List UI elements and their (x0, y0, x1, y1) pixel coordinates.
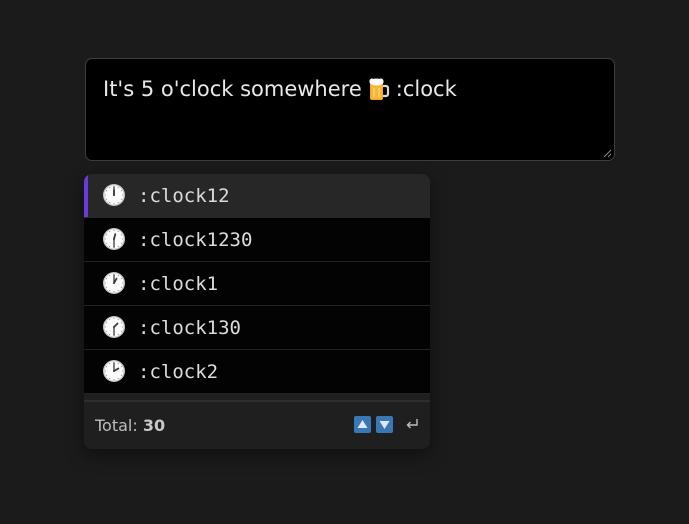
total-value: 30 (142, 416, 166, 435)
emoji-suggestion-popup: :clock12 :clock1230 :clock1:clock130:c… (84, 174, 430, 449)
beer-mug-icon (368, 76, 390, 102)
clock-12-icon (102, 183, 126, 207)
suggestion-label: :clock130 (138, 317, 241, 339)
suggestion-label: :clock1 (138, 273, 219, 295)
suggestion-list: :clock12 :clock1230 :clock1:clock130:c… (84, 174, 430, 394)
suggestion-item[interactable]: :clock2 (84, 350, 430, 394)
resize-handle-icon[interactable] (602, 148, 612, 158)
arrow-down-key-icon (376, 416, 393, 433)
clock-2-icon (102, 359, 126, 383)
suggestion-label: :clock12 (138, 185, 230, 207)
suggestion-label: :clock2 (138, 361, 219, 383)
suggestion-label: :clock1230 (138, 229, 253, 251)
clock-1230-icon (102, 227, 126, 251)
suggestion-item[interactable]: :clock12 (84, 174, 430, 218)
suggestion-item[interactable]: :clock1230 (84, 218, 430, 262)
composer-content: It's 5 o'clock somewhere :clock (103, 76, 457, 102)
message-composer[interactable]: It's 5 o'clock somewhere :clock (85, 58, 615, 161)
suggestion-footer: Total: 30 (84, 400, 430, 449)
clock-130-icon (102, 315, 126, 339)
composer-text-before: It's 5 o'clock somewhere (103, 77, 362, 101)
clock-1-icon (102, 271, 126, 295)
composer-text-after: :clock (395, 77, 457, 101)
arrow-up-key-icon (354, 416, 371, 433)
total-count: Total: 30 (95, 402, 165, 449)
suggestion-item[interactable]: :clock1 (84, 262, 430, 306)
total-label: Total: (95, 416, 138, 435)
suggestion-item[interactable]: :clock130 (84, 306, 430, 350)
enter-key-icon (404, 416, 420, 432)
